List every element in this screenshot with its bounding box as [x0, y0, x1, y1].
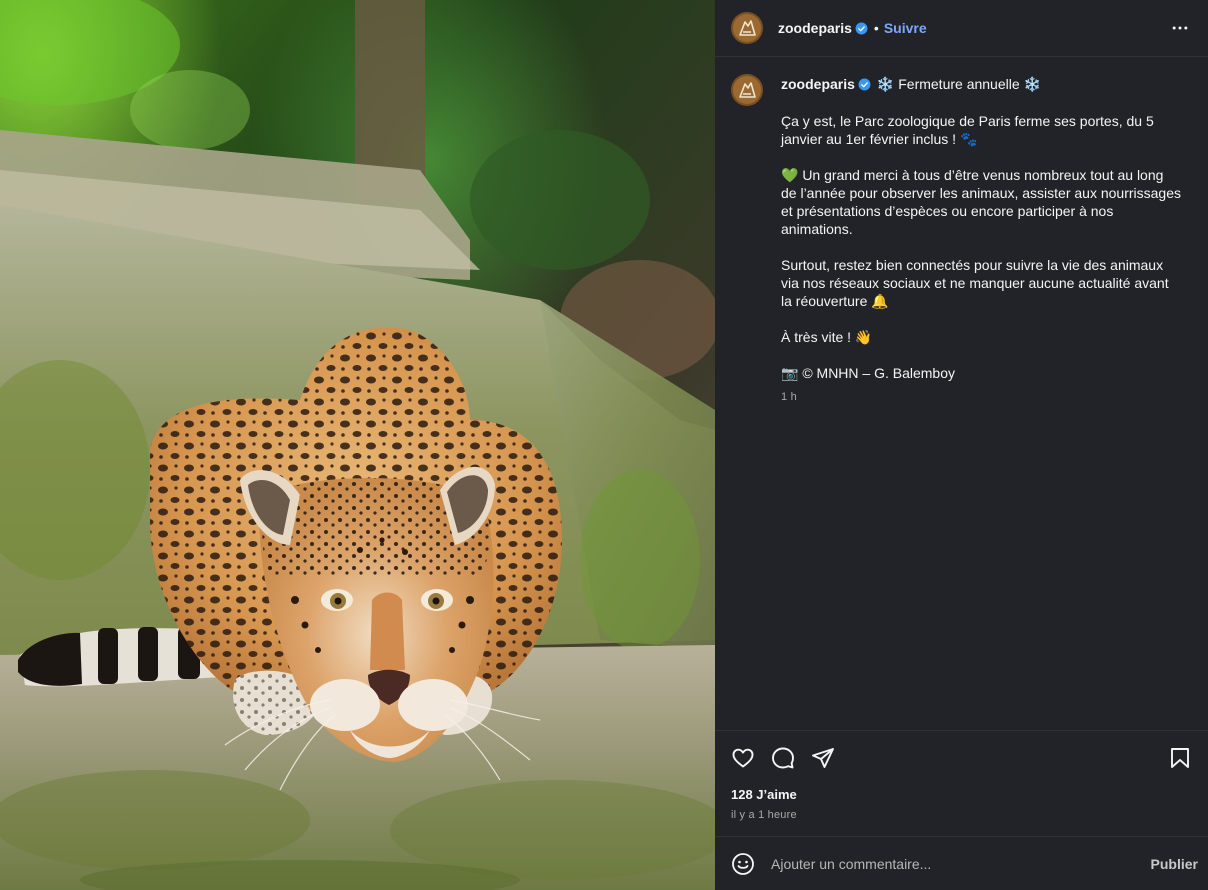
avatar[interactable] [731, 12, 763, 44]
comment-icon[interactable] [771, 746, 795, 770]
post-photo[interactable] [0, 0, 715, 890]
send-icon[interactable] [811, 746, 835, 770]
post-actions: 128 J’aime il y a 1 heure [715, 730, 1208, 836]
verified-badge-icon [858, 78, 871, 91]
caption-area: zoodeparis ❄️ Fermeture annuelle ❄️ Ça y… [715, 57, 1208, 730]
caption-username[interactable]: zoodeparis [781, 75, 855, 93]
caption-paragraph: Surtout, restez bien connectés pour suiv… [781, 257, 1173, 309]
comment-bar: Publier [715, 836, 1208, 890]
likes-count[interactable]: 128 J’aime [731, 787, 1192, 802]
jaguar-photo [0, 0, 715, 890]
bookmark-icon[interactable] [1168, 746, 1192, 770]
follow-button[interactable]: Suivre [884, 20, 927, 36]
separator-dot: • [873, 20, 879, 36]
zoo-logo-icon [731, 12, 763, 44]
caption-paragraph: 💚 Un grand merci à tous d’être venus nom… [781, 167, 1185, 237]
caption-title-text: Fermeture annuelle [898, 76, 1020, 92]
snowflake-icon: ❄️ [1023, 76, 1041, 92]
caption-avatar[interactable] [731, 74, 763, 106]
comment-input[interactable] [771, 855, 1151, 872]
caption-timestamp[interactable]: 1 h [781, 388, 1181, 406]
more-options-icon[interactable] [1168, 16, 1192, 40]
caption-paragraph: 📷 © MNHN – G. Balemboy [781, 365, 956, 381]
caption: zoodeparis ❄️ Fermeture annuelle ❄️ Ça y… [731, 73, 1192, 406]
caption-paragraph: À très vite ! 👋 [781, 329, 873, 345]
header-username[interactable]: zoodeparis [778, 20, 852, 36]
action-icons [731, 735, 1192, 781]
instagram-post: zoodeparis • Suivre zoodeparis ❄️ Fermet… [0, 0, 1208, 890]
caption-title: ❄️ Fermeture annuelle ❄️ [877, 75, 1041, 93]
zoo-logo-icon [731, 74, 763, 106]
heart-icon[interactable] [731, 746, 755, 770]
post-header: zoodeparis • Suivre [715, 0, 1208, 57]
caption-paragraph: Ça y est, le Parc zoologique de Paris fe… [781, 113, 1158, 147]
posted-time[interactable]: il y a 1 heure [731, 809, 1192, 821]
post-panel: zoodeparis • Suivre zoodeparis ❄️ Fermet… [715, 0, 1208, 890]
publish-button[interactable]: Publier [1151, 856, 1198, 872]
snowflake-icon: ❄️ [876, 76, 895, 92]
caption-body: zoodeparis ❄️ Fermeture annuelle ❄️ Ça y… [781, 73, 1181, 406]
smiley-icon[interactable] [731, 852, 755, 876]
caption-head: zoodeparis ❄️ Fermeture annuelle ❄️ [781, 74, 1181, 94]
verified-badge-icon [855, 22, 868, 35]
